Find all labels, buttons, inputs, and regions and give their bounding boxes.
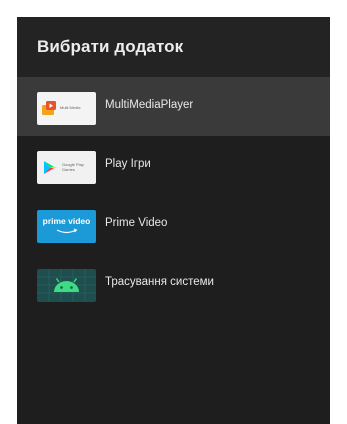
app-label: Трасування системи	[105, 276, 214, 288]
app-chooser-dialog: Вибрати додаток Multi Media MultiMediaPl…	[17, 17, 330, 424]
prime-video-icon: prime video	[37, 210, 96, 243]
dialog-header: Вибрати додаток	[17, 17, 330, 77]
system-tracing-android-icon	[37, 269, 96, 302]
app-item-play-games[interactable]: Google Play Games Play Ігри	[17, 136, 330, 195]
multimediaplayer-icon: Multi Media	[37, 92, 96, 125]
app-item-system-tracing[interactable]: Трасування системи	[17, 254, 330, 313]
app-item-prime-video[interactable]: prime video Prime Video	[17, 195, 330, 254]
app-label: Prime Video	[105, 217, 168, 229]
app-label: Play Ігри	[105, 158, 151, 170]
google-play-games-icon: Google Play Games	[37, 151, 96, 184]
dialog-title: Вибрати додаток	[37, 37, 184, 56]
app-item-multimediaplayer[interactable]: Multi Media MultiMediaPlayer	[17, 77, 330, 136]
app-label: MultiMediaPlayer	[105, 99, 194, 111]
